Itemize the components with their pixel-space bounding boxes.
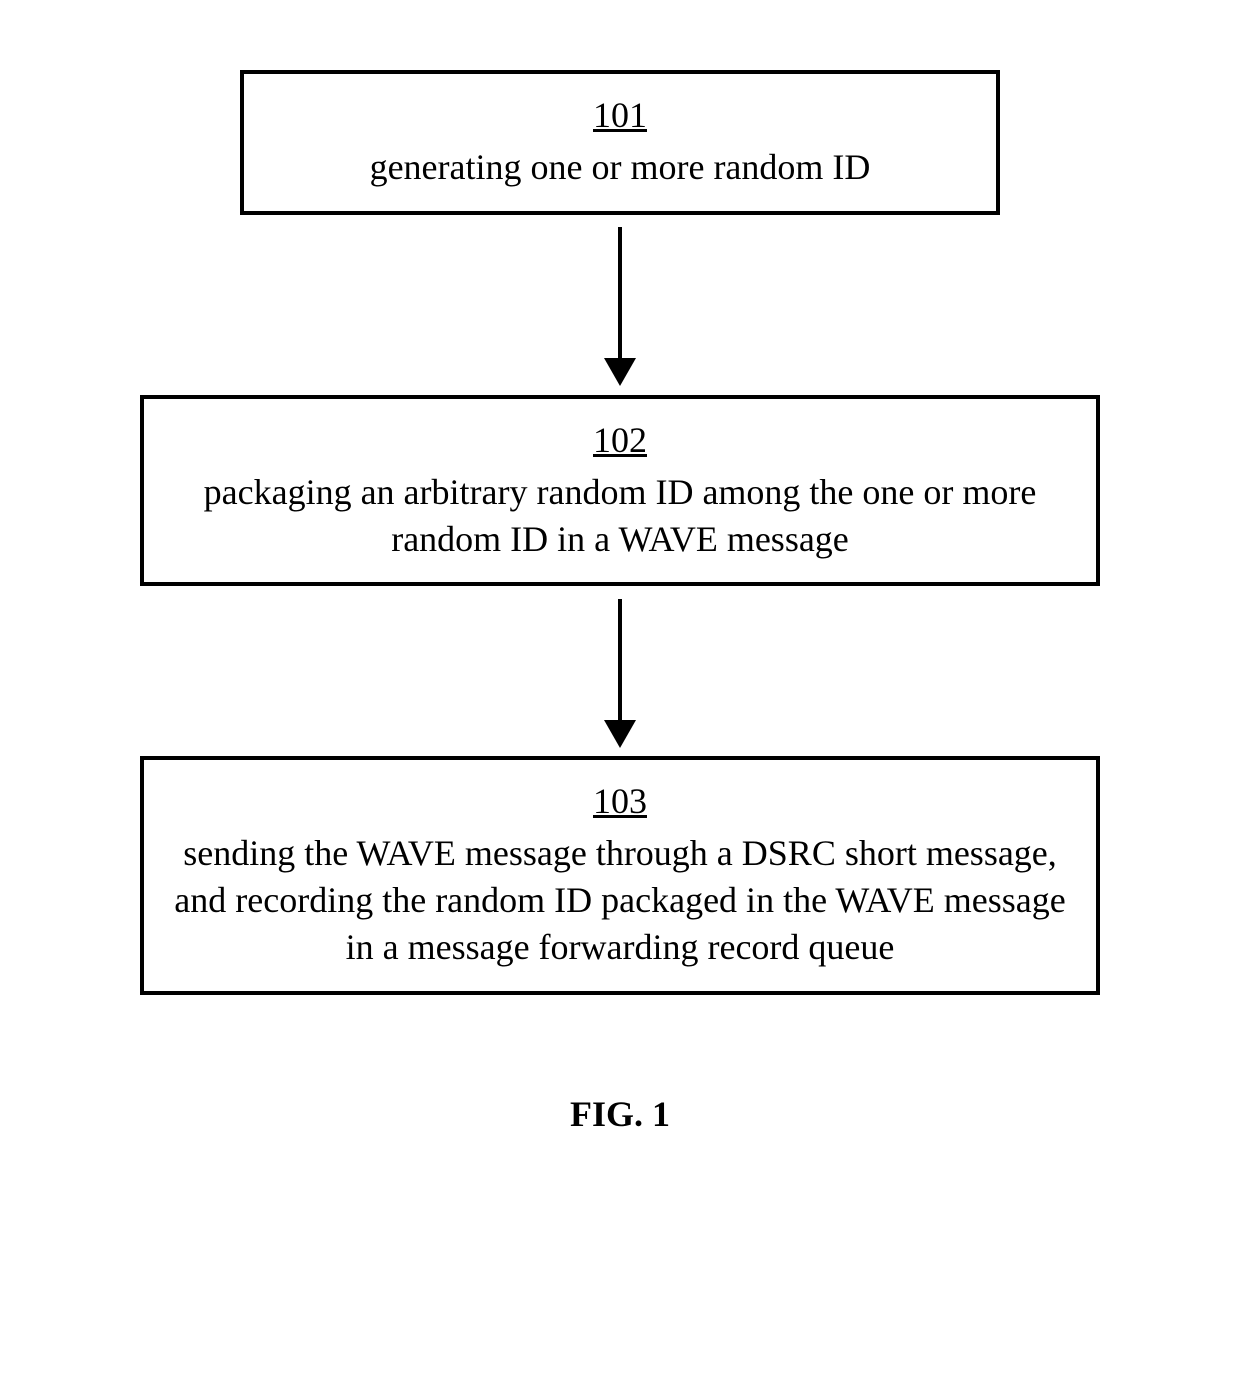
- step-1-text: generating one or more random ID: [370, 147, 871, 187]
- step-1-wrapper: 101 generating one or more random ID: [140, 70, 1100, 215]
- step-1-number: 101: [274, 94, 966, 136]
- flowchart-step-1: 101 generating one or more random ID: [240, 70, 1000, 215]
- arrow-down-icon: [618, 227, 622, 382]
- step-2-number: 102: [174, 419, 1066, 461]
- figure-caption: FIG. 1: [140, 1093, 1100, 1135]
- arrow-2-container: [140, 586, 1100, 756]
- step-3-number: 103: [174, 780, 1066, 822]
- arrow-1-container: [140, 215, 1100, 395]
- step-3-text: sending the WAVE message through a DSRC …: [174, 833, 1065, 967]
- flowchart-container: 101 generating one or more random ID 102…: [140, 70, 1100, 995]
- step-2-text: packaging an arbitrary random ID among t…: [204, 472, 1037, 559]
- step-3-wrapper: 103 sending the WAVE message through a D…: [140, 756, 1100, 994]
- flowchart-step-2: 102 packaging an arbitrary random ID amo…: [140, 395, 1100, 587]
- step-2-wrapper: 102 packaging an arbitrary random ID amo…: [140, 395, 1100, 587]
- flowchart-step-3: 103 sending the WAVE message through a D…: [140, 756, 1100, 994]
- arrow-down-icon: [618, 599, 622, 744]
